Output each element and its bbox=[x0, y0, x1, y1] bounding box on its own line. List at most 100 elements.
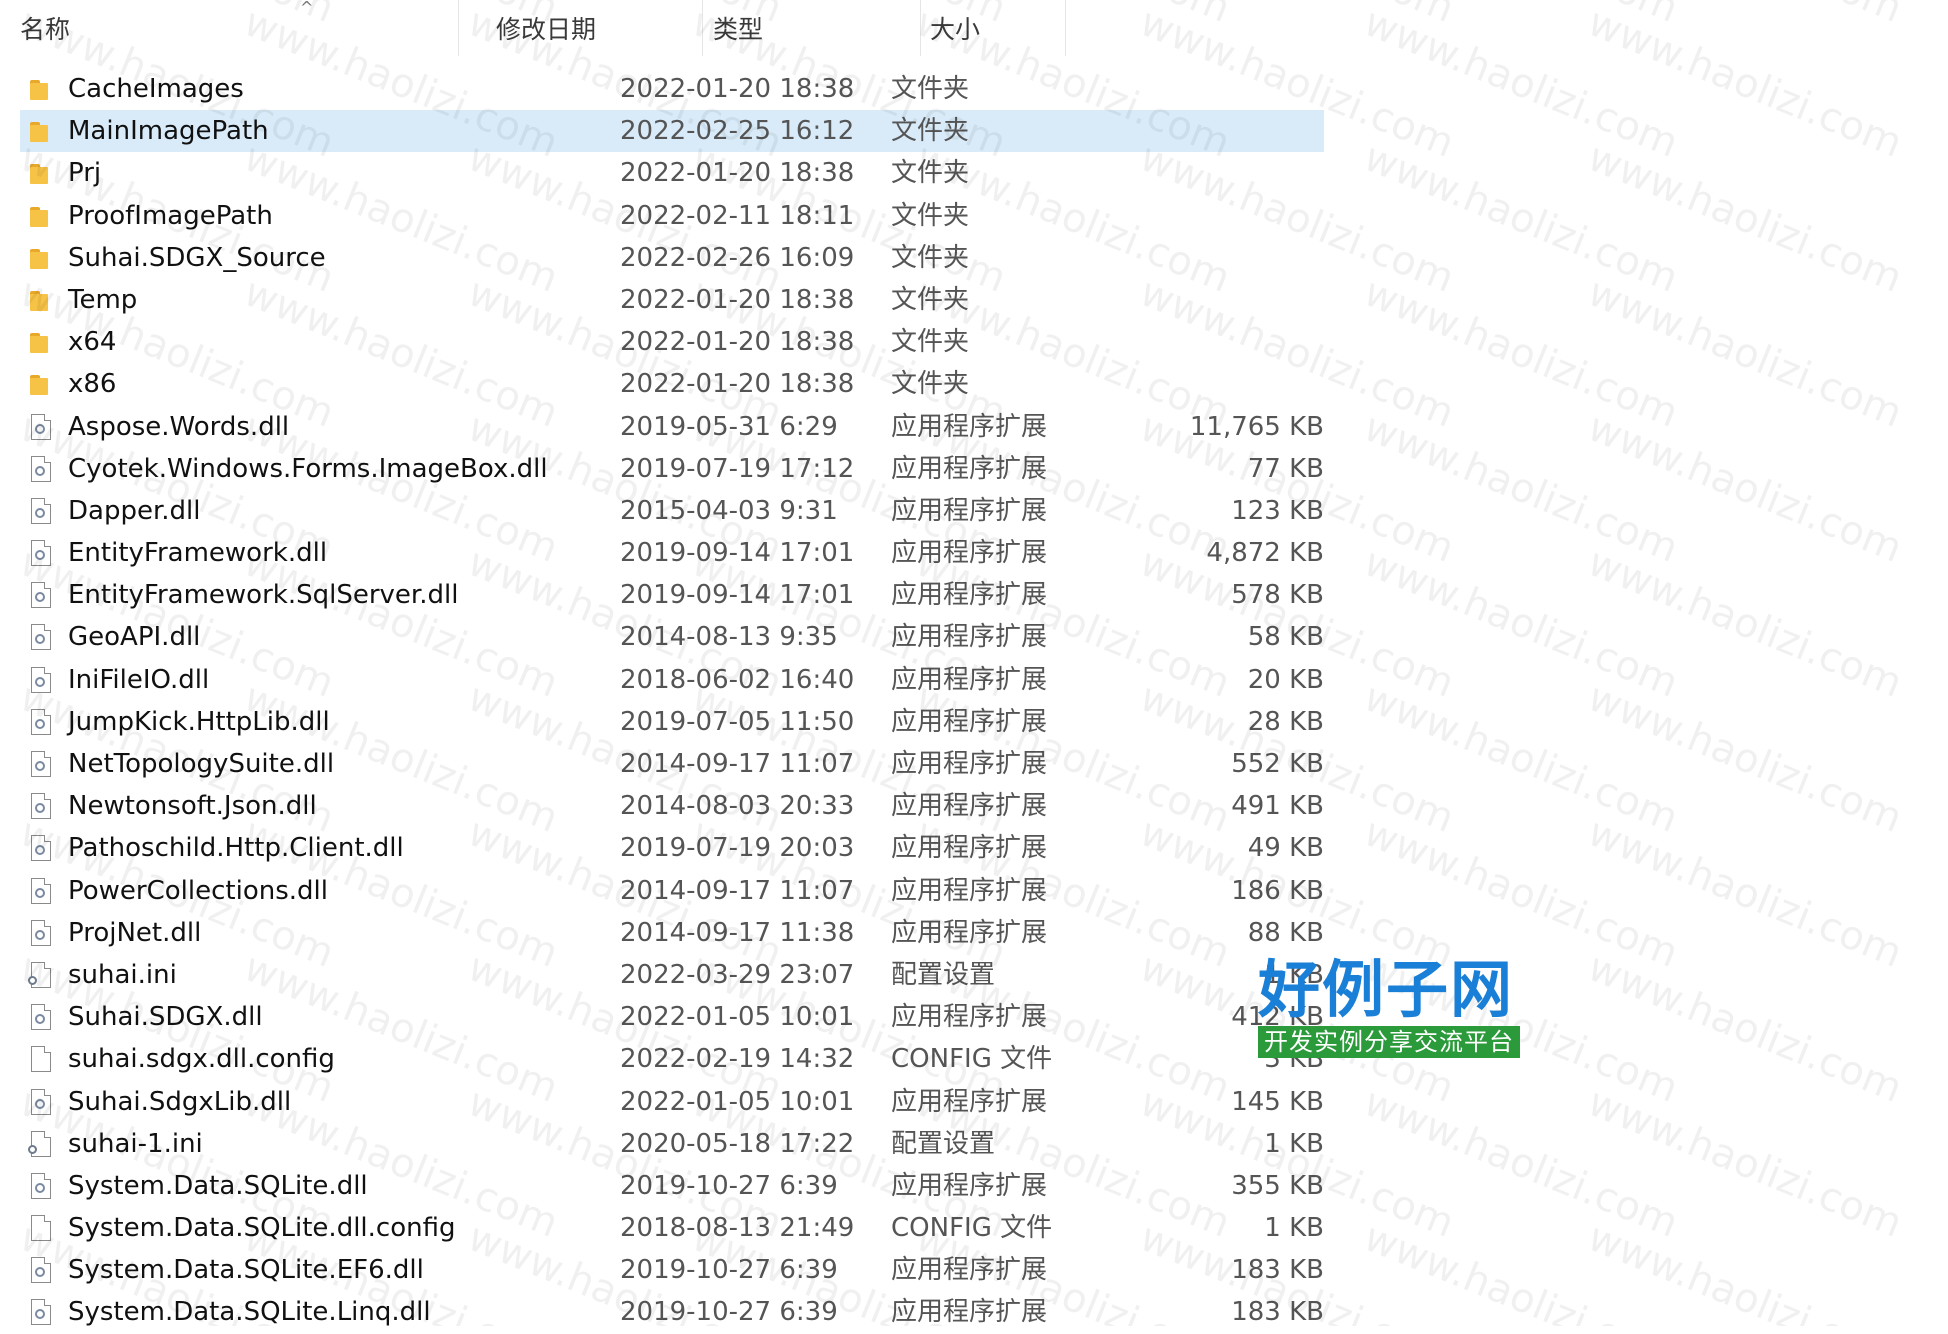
file-row[interactable]: CacheImages 2022-01-20 18:38 文件夹 bbox=[20, 68, 1324, 110]
file-row[interactable]: Newtonsoft.Json.dll 2014-08-03 20:33 应用程序扩… bbox=[20, 785, 1324, 827]
file-row[interactable]: Dapper.dll 2015-04-03 9:31 应用程序扩展 123 KB bbox=[20, 490, 1324, 532]
column-divider[interactable] bbox=[1065, 0, 1066, 56]
file-row[interactable]: suhai.ini 2022-03-29 23:07 配置设置 1 KB bbox=[20, 954, 1324, 996]
column-header-size[interactable]: 大小 bbox=[930, 12, 980, 48]
file-modified-date: 2022-02-25 16:12 bbox=[620, 116, 855, 147]
file-row[interactable]: suhai.sdgx.dll.config 2022-02-19 14:32 CON… bbox=[20, 1038, 1324, 1080]
file-type: 文件夹 bbox=[891, 284, 970, 315]
file-row[interactable]: Suhai.SDGX.dll 2022-01-05 10:01 应用程序扩展 412 … bbox=[20, 996, 1324, 1038]
folder-icon bbox=[28, 201, 58, 231]
file-name: Aspose.Words.dll bbox=[68, 411, 290, 442]
file-type: CONFIG 文件 bbox=[891, 1044, 1053, 1075]
file-row[interactable]: ProjNet.dll 2014-09-17 11:38 应用程序扩展 88 KB bbox=[20, 912, 1324, 954]
dll-icon bbox=[28, 412, 58, 442]
file-row[interactable]: System.Data.SQLite.EF6.dll 2019-10-27 6:3… bbox=[20, 1249, 1324, 1291]
file-row[interactable]: x64 2022-01-20 18:38 文件夹 bbox=[20, 321, 1324, 363]
column-header-type[interactable]: 类型 bbox=[713, 12, 763, 48]
file-row[interactable]: suhai-1.ini 2020-05-18 17:22 配置设置 1 KB bbox=[20, 1123, 1324, 1165]
file-row[interactable]: Prj 2022-01-20 18:38 文件夹 bbox=[20, 152, 1324, 194]
file-name: NetTopologySuite.dll bbox=[68, 749, 335, 779]
file-size: 145 KB bbox=[1231, 1086, 1324, 1117]
column-divider[interactable] bbox=[702, 0, 703, 56]
file-size: 186 KB bbox=[1231, 875, 1324, 906]
file-size: 491 KB bbox=[1231, 791, 1324, 822]
watermark-text: www.haolizi.com bbox=[1581, 404, 1909, 572]
file-type: 文件夹 bbox=[891, 116, 970, 147]
file-row[interactable]: System.Data.SQLite.dll 2019-10-27 6:39 应用程… bbox=[20, 1165, 1324, 1207]
watermark-text: www.haolizi.com bbox=[1357, 1079, 1685, 1247]
file-type: 文件夹 bbox=[891, 369, 970, 400]
file-row[interactable]: System.Data.SQLite.dll.config 2018-08-13 … bbox=[20, 1207, 1324, 1249]
file-row[interactable]: Suhai.SdgxLib.dll 2022-01-05 10:01 应用程序扩展 1… bbox=[20, 1081, 1324, 1123]
file-name: System.Data.SQLite.dll bbox=[68, 1170, 368, 1201]
file-type: 配置设置 bbox=[891, 1128, 996, 1159]
file-type: 应用程序扩展 bbox=[891, 664, 1048, 695]
folder-icon bbox=[28, 74, 58, 104]
dll-icon bbox=[28, 665, 58, 695]
file-row[interactable]: x86 2022-01-20 18:38 文件夹 bbox=[20, 363, 1324, 405]
file-list: CacheImages 2022-01-20 18:38 文件夹 MainImageP… bbox=[20, 68, 1324, 1334]
file-name: Cyotek.Windows.Forms.ImageBox.dll bbox=[68, 453, 548, 484]
file-row[interactable]: PowerCollections.dll 2014-09-17 11:07 应用程序… bbox=[20, 870, 1324, 912]
file-size: 1 KB bbox=[1264, 1213, 1324, 1244]
column-header: 名称 ^ 修改日期 类型 大小 bbox=[0, 0, 1330, 58]
file-row[interactable]: Temp 2022-01-20 18:38 文件夹 bbox=[20, 279, 1324, 321]
file-name: GeoAPI.dll bbox=[68, 622, 201, 653]
watermark-text: www.haolizi.com bbox=[1357, 539, 1685, 707]
file-row[interactable]: Aspose.Words.dll 2019-05-31 6:29 应用程序扩展 11,… bbox=[20, 406, 1324, 448]
file-modified-date: 2022-02-19 14:32 bbox=[620, 1044, 855, 1075]
file-type: 文件夹 bbox=[891, 242, 970, 273]
file-type: 应用程序扩展 bbox=[891, 1170, 1048, 1201]
file-row[interactable]: EntityFramework.dll 2019-09-14 17:01 应用程序扩… bbox=[20, 532, 1324, 574]
file-modified-date: 2022-02-11 18:11 bbox=[620, 200, 855, 231]
watermark-text: www.haolizi.com bbox=[1582, 0, 1909, 32]
column-header-name[interactable]: 名称 bbox=[20, 12, 70, 48]
file-row[interactable]: Cyotek.Windows.Forms.ImageBox.dll 2019-07… bbox=[20, 448, 1324, 490]
dll-icon bbox=[28, 707, 58, 737]
file-row[interactable]: Pathoschild.Http.Client.dll 2019-07-19 20… bbox=[20, 827, 1324, 869]
file-name: suhai.sdgx.dll.config bbox=[68, 1044, 335, 1075]
file-name: System.Data.SQLite.EF6.dll bbox=[68, 1255, 424, 1286]
file-type: 应用程序扩展 bbox=[891, 538, 1048, 569]
file-name: Prj bbox=[68, 158, 102, 189]
file-modified-date: 2019-07-19 20:03 bbox=[620, 833, 855, 864]
file-type: 应用程序扩展 bbox=[891, 1086, 1048, 1117]
dll-icon bbox=[28, 1255, 58, 1285]
file-row[interactable]: ProofImagePath 2022-02-11 18:11 文件夹 bbox=[20, 195, 1324, 237]
file-name: Suhai.SdgxLib.dll bbox=[68, 1086, 292, 1117]
dll-icon bbox=[28, 454, 58, 484]
file-name: Pathoschild.Http.Client.dll bbox=[68, 833, 404, 864]
file-size: 1 KB bbox=[1264, 1128, 1324, 1159]
file-modified-date: 2022-01-20 18:38 bbox=[620, 369, 855, 400]
column-divider[interactable] bbox=[458, 0, 459, 56]
watermark-text: www.haolizi.com bbox=[1357, 0, 1685, 167]
file-name: System.Data.SQLite.dll.config bbox=[68, 1213, 456, 1244]
watermark-text: www.haolizi.com bbox=[1357, 809, 1685, 977]
file-modified-date: 2018-08-13 21:49 bbox=[620, 1213, 855, 1244]
file-row[interactable]: JumpKick.HttpLib.dll 2019-07-05 11:50 应用程序… bbox=[20, 701, 1324, 743]
file-row[interactable]: MainImagePath 2022-02-25 16:12 文件夹 bbox=[20, 110, 1324, 153]
file-type: 文件夹 bbox=[891, 327, 970, 358]
file-row[interactable]: Suhai.SDGX_Source 2022-02-26 16:09 文件夹 bbox=[20, 237, 1324, 279]
file-row[interactable]: System.Data.SQLite.Linq.dll 2019-10-27 6:… bbox=[20, 1291, 1324, 1333]
column-divider[interactable] bbox=[920, 0, 921, 56]
file-row[interactable]: NetTopologySuite.dll 2014-09-17 11:07 应用程序… bbox=[20, 743, 1324, 785]
ini-icon bbox=[28, 1129, 58, 1159]
watermark-text: www.haolizi.com bbox=[1581, 674, 1909, 842]
file-name: x86 bbox=[68, 369, 117, 400]
dll-icon bbox=[28, 622, 58, 652]
file-modified-date: 2019-05-31 6:29 bbox=[620, 411, 838, 442]
file-type: CONFIG 文件 bbox=[891, 1213, 1053, 1244]
folder-icon bbox=[28, 285, 58, 315]
dll-icon bbox=[28, 1171, 58, 1201]
watermark-text: www.haolizi.com bbox=[1357, 1214, 1685, 1326]
file-type: 应用程序扩展 bbox=[891, 875, 1048, 906]
file-row[interactable]: EntityFramework.SqlServer.dll 2019-09-14 … bbox=[20, 574, 1324, 616]
file-row[interactable]: IniFileIO.dll 2018-06-02 16:40 应用程序扩展 20 KB bbox=[20, 659, 1324, 701]
file-modified-date: 2022-01-20 18:38 bbox=[620, 327, 855, 358]
file-name: EntityFramework.SqlServer.dll bbox=[68, 580, 459, 611]
file-modified-date: 2019-10-27 6:39 bbox=[620, 1297, 838, 1328]
file-name: suhai.ini bbox=[68, 959, 177, 990]
column-header-date[interactable]: 修改日期 bbox=[496, 12, 596, 48]
file-row[interactable]: GeoAPI.dll 2014-08-13 9:35 应用程序扩展 58 KB bbox=[20, 616, 1324, 658]
